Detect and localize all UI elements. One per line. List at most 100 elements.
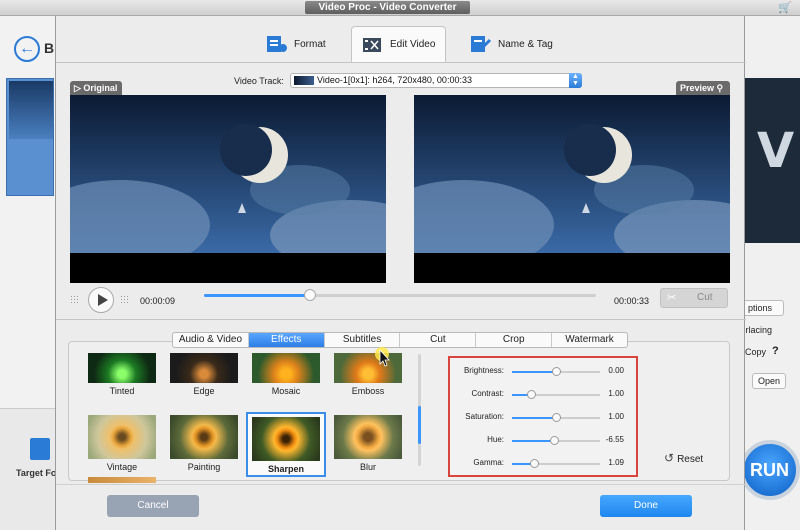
saturation-row: Saturation: 1.00	[450, 410, 636, 426]
effect-thumbnail	[88, 415, 156, 459]
hue-slider[interactable]	[512, 436, 600, 445]
scrollbar-thumb[interactable]	[418, 406, 421, 444]
cancel-button[interactable]: Cancel	[107, 495, 199, 517]
cut-button-label: Cut	[697, 292, 713, 303]
effect-thumbnail	[170, 415, 238, 459]
video-thumbnail	[9, 81, 53, 139]
slider-knob[interactable]	[552, 367, 561, 376]
original-video-frame	[70, 95, 386, 283]
tab-audio-video[interactable]: Audio & Video	[173, 333, 249, 347]
top-tabs: Format Edit Video Name & Tag	[56, 16, 746, 66]
tab-edit-video-label: Edit Video	[390, 39, 436, 50]
original-video	[70, 95, 386, 283]
target-format-label: Target For	[16, 468, 60, 478]
effect-label: Blur	[359, 462, 376, 472]
tab-crop[interactable]: Crop	[476, 333, 553, 347]
effect-thumbnail	[88, 477, 156, 483]
tab-subtitles[interactable]: Subtitles	[325, 333, 401, 347]
timeline-slider[interactable]	[204, 289, 596, 301]
contrast-row: Contrast: 1.00	[450, 387, 636, 403]
tab-name-tag[interactable]: Name & Tag	[470, 26, 553, 62]
drag-grip-icon[interactable]	[70, 295, 80, 305]
gamma-row: Gamma: 1.09	[450, 456, 636, 472]
hue-value: -6.55	[605, 435, 624, 444]
window-title: Video Proc - Video Converter	[305, 1, 470, 14]
chevron-updown-icon: ▲ ▼	[569, 73, 582, 88]
top-tabs-divider	[56, 62, 746, 63]
cart-icon[interactable]: 🛒	[778, 1, 792, 14]
effect-vintage[interactable]: Vintage	[86, 415, 158, 472]
slider-knob[interactable]	[530, 459, 539, 468]
saturation-slider[interactable]	[512, 413, 600, 422]
back-icon[interactable]: ←	[14, 36, 40, 62]
slider-fill	[512, 440, 555, 442]
tab-cut[interactable]: Cut	[400, 333, 477, 347]
section-divider	[56, 319, 746, 320]
effect-label: Vintage	[106, 462, 138, 472]
contrast-value: 1.00	[608, 389, 624, 398]
effect-label: Sharpen	[267, 464, 304, 474]
saturation-value: 1.00	[608, 412, 624, 421]
effect-label: Painting	[187, 462, 221, 472]
preview-pane-label: Preview ⚲	[676, 81, 730, 95]
brightness-value: 0.00	[608, 366, 624, 375]
tab-effects[interactable]: Effects	[248, 333, 325, 347]
tab-watermark[interactable]: Watermark	[552, 333, 627, 347]
done-button[interactable]: Done	[600, 495, 692, 517]
effect-thumbnail	[334, 415, 402, 459]
end-time: 00:00:33	[614, 296, 650, 306]
video-track-value: Video-1[0x1]: h264, 720x480, 00:00:33	[317, 75, 472, 85]
drag-grip-icon[interactable]	[120, 295, 130, 305]
effect-sharpen[interactable]: Sharpen	[246, 412, 326, 477]
gamma-value: 1.09	[608, 458, 624, 467]
effect-blur[interactable]: Blur	[332, 415, 404, 472]
name-tag-icon	[470, 34, 492, 54]
copy-label: Copy	[745, 347, 767, 357]
contrast-slider[interactable]	[512, 390, 600, 399]
slider-knob[interactable]	[552, 413, 561, 422]
effect-painting[interactable]: Painting	[168, 415, 240, 472]
slider-fill	[512, 417, 556, 419]
effect-edge[interactable]: Edge	[168, 353, 240, 396]
play-button[interactable]	[88, 287, 114, 313]
contrast-label: Contrast:	[471, 389, 504, 398]
effects-scrollbar[interactable]	[418, 354, 421, 466]
preview-video-frame	[414, 95, 730, 283]
video-track-select[interactable]: Video-1[0x1]: h264, 720x480, 00:00:33 ▲ ▼	[290, 73, 582, 88]
tab-edit-video[interactable]: Edit Video	[351, 26, 447, 62]
reset-button[interactable]: ↺ Reset	[664, 451, 703, 465]
effect-next-row[interactable]	[86, 477, 158, 483]
run-button[interactable]: RUN	[740, 440, 800, 500]
effect-tinted[interactable]: Tinted	[86, 353, 158, 396]
tab-format[interactable]: Format	[266, 26, 326, 62]
hue-row: Hue: -6.55	[450, 433, 636, 449]
mouse-cursor-icon	[375, 347, 390, 367]
slider-knob[interactable]	[550, 436, 560, 445]
effect-label: Edge	[193, 386, 215, 396]
edit-dialog: Format Edit Video Name & Tag Video Track…	[55, 16, 746, 530]
brightness-label: Brightness:	[463, 366, 504, 375]
effect-label: Emboss	[351, 386, 385, 396]
saturation-label: Saturation:	[465, 412, 504, 421]
main-title-partial: B	[44, 40, 55, 56]
video-list-item[interactable]	[6, 78, 54, 196]
scissors-icon: ✂	[667, 292, 677, 304]
help-icon[interactable]: ?	[772, 345, 779, 357]
slider-knob[interactable]	[527, 390, 537, 399]
target-format-icon[interactable]	[30, 438, 50, 460]
effect-mosaic[interactable]: Mosaic	[250, 353, 322, 396]
main-preview: V	[745, 78, 800, 243]
timeline-knob[interactable]	[303, 289, 316, 301]
brightness-slider[interactable]	[512, 367, 600, 376]
edit-video-icon	[362, 35, 384, 55]
reset-label: Reset	[677, 454, 704, 465]
open-button[interactable]: Open	[752, 373, 786, 389]
effect-label: Tinted	[109, 386, 135, 396]
slider-fill	[512, 371, 556, 373]
gamma-slider[interactable]	[512, 459, 600, 468]
effect-label: Mosaic	[271, 386, 301, 396]
adjustments-box: Brightness: 0.00 Contrast: 1.00 Saturati…	[448, 356, 638, 477]
preview-logo: V	[757, 123, 795, 179]
cut-button[interactable]: ✂ Cut	[660, 288, 728, 308]
video-track-label: Video Track:	[234, 76, 284, 86]
